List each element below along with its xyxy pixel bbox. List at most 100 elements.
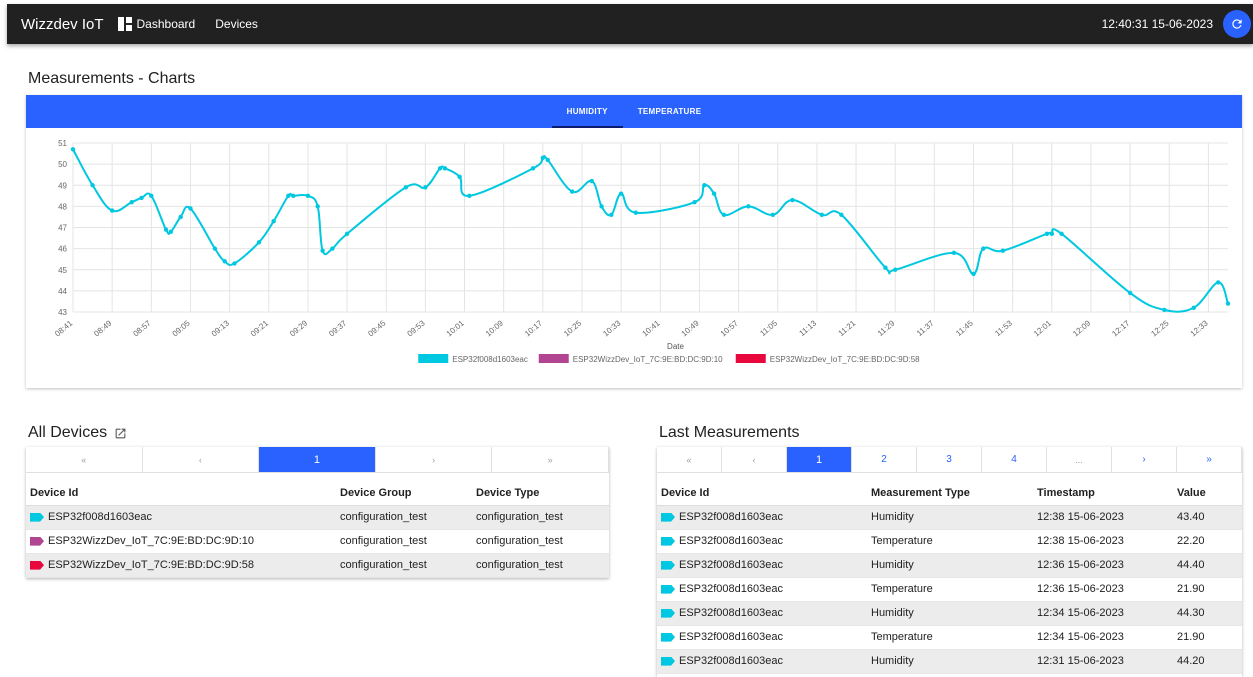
device-type-cell: configuration_test — [472, 529, 609, 554]
meas-type-cell: Humidity — [867, 553, 1033, 578]
data-point — [1127, 290, 1133, 296]
meas-page-last[interactable]: » — [1177, 447, 1242, 472]
nav-dashboard-link[interactable]: Dashboard — [117, 17, 196, 31]
devices-page-first[interactable]: « — [26, 447, 143, 472]
meas-device-id-cell: ESP32f008d1603eac — [657, 505, 867, 530]
nav-devices-link[interactable]: Devices — [215, 17, 258, 31]
device-row[interactable]: ESP32f008d1603eac configuration_test confi… — [26, 505, 609, 530]
col-timestamp[interactable]: Timestamp — [1033, 481, 1173, 506]
measurement-row[interactable]: ESP32f008d1603eac Humidity 12:34 15-06-202… — [657, 601, 1242, 626]
measurement-row[interactable]: ESP32f008d1603eac Temperature 12:36 15-06-… — [657, 577, 1242, 602]
meas-type-cell-text: Humidity — [871, 511, 914, 523]
col-value[interactable]: Value — [1173, 481, 1242, 506]
x-tick-label: 08:49 — [92, 318, 114, 338]
data-point — [569, 189, 575, 194]
device-tag-icon — [30, 512, 44, 522]
y-tick-label: 47 — [58, 224, 67, 233]
x-tick-label: 09:21 — [249, 318, 271, 338]
meas-value-cell-text: 44.40 — [1177, 559, 1205, 571]
meas-value-cell-text: 22.20 — [1177, 535, 1205, 547]
meas-page-1[interactable]: 1 — [787, 447, 852, 472]
col-device-id[interactable]: Device Id — [26, 481, 336, 506]
data-point — [633, 210, 639, 215]
meas-page-2[interactable]: 2 — [852, 447, 917, 472]
x-tick-label: 11:05 — [758, 318, 779, 338]
devices-page-1[interactable]: 1 — [259, 447, 376, 472]
devices-page-prev[interactable]: ‹ — [143, 447, 260, 472]
meas-page-prev[interactable]: ‹ — [722, 447, 787, 472]
meas-page-next[interactable]: › — [1112, 447, 1177, 472]
nav-dashboard-label: Dashboard — [136, 17, 196, 31]
meas-timestamp-cell-text: 12:34 15-06-2023 — [1037, 631, 1124, 643]
data-point — [1049, 231, 1055, 237]
col-measurement-type[interactable]: Measurement Type — [867, 481, 1033, 506]
legend-label: ESP32WizzDev_IoT_7C:9E:BD:DC:9D:10 — [573, 355, 723, 364]
col-meas-device-id[interactable]: Device Id — [657, 481, 867, 506]
tab-temperature[interactable]: TEMPERATURE — [623, 95, 717, 128]
series-line — [72, 148, 1229, 313]
x-tick-label: 12:17 — [1110, 318, 1132, 338]
data-point — [746, 204, 751, 209]
meas-device-id-cell: ESP32f008d1603eac — [657, 601, 867, 626]
data-point — [721, 212, 727, 218]
open-external-icon[interactable] — [114, 427, 127, 440]
meas-timestamp-cell-text: 12:38 15-06-2023 — [1037, 535, 1124, 547]
meas-value-cell: 44.20 — [1173, 649, 1242, 674]
data-point — [315, 204, 320, 209]
devices-pagination: « ‹ 1 › » — [26, 447, 609, 473]
devices-page-last[interactable]: » — [492, 447, 609, 472]
device-tag-icon — [661, 536, 675, 546]
x-tick-label: 12:01 — [1032, 318, 1054, 338]
meas-page-4[interactable]: 4 — [982, 447, 1047, 472]
legend-swatch — [418, 354, 449, 363]
meas-device-id-cell: ESP32f008d1603eac — [657, 529, 867, 554]
y-tick-label: 50 — [58, 160, 67, 169]
x-tick-label: 10:49 — [680, 318, 702, 338]
measurement-row[interactable]: ESP32f008d1603eac Temperature 12:34 15-06-… — [657, 625, 1242, 650]
x-tick-label: 11:13 — [798, 318, 819, 338]
device-group-cell-text: configuration_test — [340, 535, 427, 547]
meas-device-id-cell-text: ESP32f008d1603eac — [679, 511, 783, 523]
data-point — [163, 227, 169, 232]
device-tag-icon — [30, 560, 44, 570]
meas-value-cell: 44.30 — [1173, 601, 1242, 626]
meas-timestamp-cell: 12:36 15-06-2023 — [1033, 553, 1173, 578]
meas-page-3[interactable]: 3 — [917, 447, 982, 472]
meas-page-ellipsis: ... — [1047, 447, 1112, 472]
meas-page-first[interactable]: « — [657, 447, 722, 472]
tab-humidity[interactable]: HUMIDITY — [551, 95, 623, 128]
measurement-row[interactable]: ESP32f008d1603eac Humidity 12:38 15-06-202… — [657, 505, 1242, 530]
data-point — [1216, 280, 1221, 285]
meas-device-id-cell-text: ESP32f008d1603eac — [679, 583, 783, 595]
meas-type-cell-text: Humidity — [871, 559, 914, 571]
device-id-cell-text: ESP32f008d1603eac — [48, 511, 152, 523]
x-tick-label: 09:37 — [327, 318, 349, 338]
brand-title[interactable]: Wizzdev IoT — [21, 16, 104, 33]
col-device-type[interactable]: Device Type — [472, 481, 609, 506]
data-point — [893, 267, 898, 272]
device-type-cell-text: configuration_test — [476, 559, 563, 571]
device-row[interactable]: ESP32WizzDev_IoT_7C:9E:BD:DC:9D:10 config… — [26, 529, 609, 554]
col-device-group[interactable]: Device Group — [336, 481, 472, 506]
devices-page-next[interactable]: › — [376, 447, 493, 472]
devices-section-title: All Devices — [28, 424, 108, 441]
data-point — [545, 157, 550, 163]
meas-device-id-cell-text: ESP32f008d1603eac — [679, 559, 783, 571]
meas-timestamp-cell: 12:31 15-06-2023 — [1033, 649, 1173, 674]
data-point — [330, 246, 335, 251]
measurement-row[interactable]: ESP32f008d1603eac Humidity 12:31 15-06-202… — [657, 649, 1242, 674]
measurement-row[interactable]: ESP32f008d1603eac Temperature 12:38 15-06-… — [657, 529, 1242, 554]
data-point — [291, 193, 296, 199]
x-tick-label: 10:41 — [640, 318, 662, 338]
device-row[interactable]: ESP32WizzDev_IoT_7C:9E:BD:DC:9D:58 config… — [26, 553, 609, 578]
refresh-button[interactable] — [1223, 10, 1251, 38]
data-point — [599, 204, 604, 209]
meas-type-cell-text: Temperature — [871, 583, 933, 595]
data-point — [437, 166, 443, 171]
x-tick-label: 11:21 — [837, 318, 858, 338]
data-point — [178, 214, 183, 220]
meas-timestamp-cell: 12:38 15-06-2023 — [1033, 505, 1173, 530]
measurement-row[interactable]: ESP32f008d1603eac Humidity 12:36 15-06-202… — [657, 553, 1242, 578]
device-group-cell-text: configuration_test — [340, 559, 427, 571]
meas-device-id-cell: ESP32f008d1603eac — [657, 625, 867, 650]
